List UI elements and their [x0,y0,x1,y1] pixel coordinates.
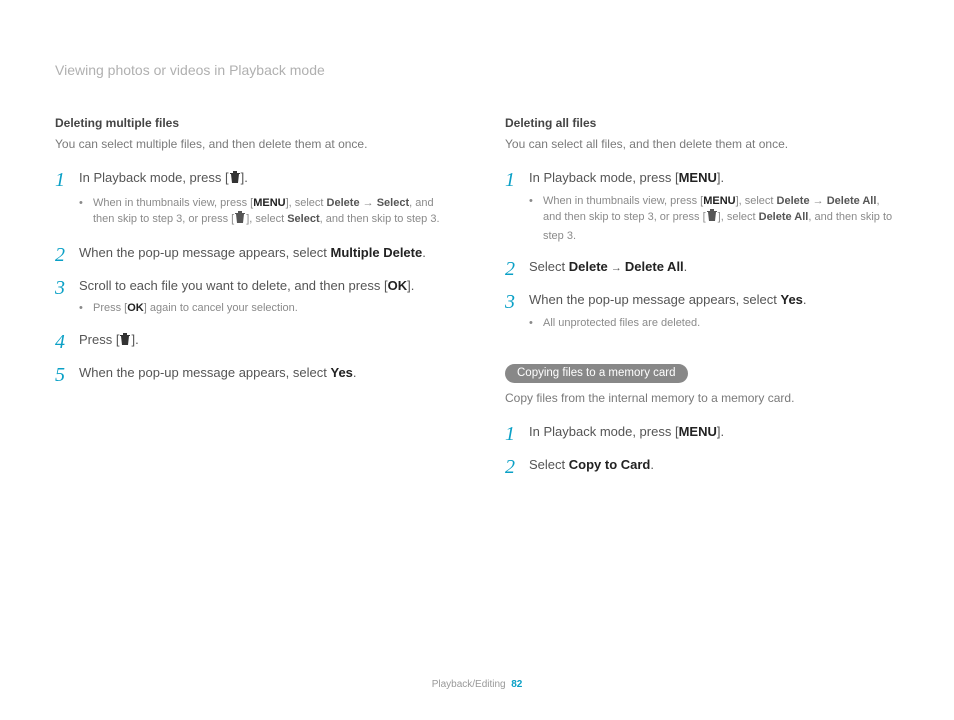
step-1: 1 In Playback mode, press [MENU]. • When… [505,169,899,246]
arrow: → [608,262,625,274]
step-text: In Playback mode, press [ [79,170,229,185]
step-number: 2 [505,456,529,477]
menu-icon: MENU [253,197,285,209]
page-header: Viewing photos or videos in Playback mod… [55,62,899,78]
section-intro: You can select multiple files, and then … [55,136,449,153]
step-text: Select [529,259,569,274]
step-3: 3 When the pop-up message appears, selec… [505,291,899,333]
ok-icon: OK [127,302,144,314]
bold-text: Delete All [827,195,877,207]
bold-text: Delete [777,195,810,207]
bold-text: Yes [780,292,802,307]
step-text: . [650,457,654,472]
step-number: 1 [505,423,529,444]
page-number: 82 [511,679,522,690]
step-text: In Playback mode, press [ [529,170,679,185]
arrow: → [360,197,377,209]
bold-text: Delete All [625,259,684,274]
sub-text: ], select [718,211,759,223]
step-4: 4 Press []. [55,331,449,352]
trash-icon [119,333,131,352]
sub-text: ], select [286,197,327,209]
step-number: 5 [55,364,79,385]
sub-text: ] again to cancel your selection. [144,302,298,314]
right-column: Deleting all files You can select all fi… [505,116,899,489]
content-columns: Deleting multiple files You can select m… [55,116,899,489]
step-2: 2 Select Delete → Delete All. [505,258,899,279]
step-number: 2 [505,258,529,279]
footer-section: Playback/Editing [432,679,506,690]
pill-copying-files: Copying files to a memory card [505,364,688,383]
step-text: When the pop-up message appears, select [79,365,330,380]
bold-text: Multiple Delete [330,245,422,260]
step-number: 3 [505,291,529,312]
left-column: Deleting multiple files You can select m… [55,116,449,489]
sub-text: ], select [246,213,287,225]
menu-icon: MENU [703,195,735,207]
step-text: ]. [717,170,724,185]
section-title-deleting-multiple: Deleting multiple files [55,116,449,130]
sub-text: ], select [736,195,777,207]
step-text: When the pop-up message appears, select [79,245,330,260]
bold-text: Select [287,213,319,225]
page-footer: Playback/Editing 82 [0,679,954,690]
step-text: . [353,365,357,380]
step-text: In Playback mode, press [ [529,424,679,439]
section-intro: Copy files from the internal memory to a… [505,390,899,407]
step-5: 5 When the pop-up message appears, selec… [55,364,449,385]
step-text: ]. [131,332,138,347]
sub-text: , and then skip to step 3. [320,213,440,225]
step-text: ]. [717,424,724,439]
sub-text: Press [ [93,302,127,314]
menu-icon: MENU [679,170,717,185]
step-text: . [422,245,426,260]
bold-text: Yes [330,365,352,380]
step-number: 1 [505,169,529,190]
menu-icon: MENU [679,424,717,439]
step-2: 2 When the pop-up message appears, selec… [55,244,449,265]
bold-text: Delete [569,259,608,274]
step-text-end: ]. [241,170,248,185]
step-text: When the pop-up message appears, select [529,292,780,307]
step-text: . [684,259,688,274]
step-number: 4 [55,331,79,352]
bold-text: Delete [327,197,360,209]
sub-text: All unprotected files are deleted. [543,315,899,332]
bold-text: Delete All [759,211,809,223]
section-title-deleting-all: Deleting all files [505,116,899,130]
sub-bullet: • When in thumbnails view, press [MENU],… [529,193,899,245]
step-3: 3 Scroll to each file you want to delete… [55,277,449,319]
step-text: Select [529,457,569,472]
sub-bullet: • Press [OK] again to cancel your select… [79,300,449,317]
arrow: → [810,195,827,207]
step-text: Scroll to each file you want to delete, … [79,278,388,293]
bold-text: Copy to Card [569,457,651,472]
sub-text: When in thumbnails view, press [ [93,197,253,209]
step-text: ]. [407,278,414,293]
step-text: . [803,292,807,307]
step-number: 2 [55,244,79,265]
trash-icon [234,211,246,230]
section-intro: You can select all files, and then delet… [505,136,899,153]
copy-step-1: 1 In Playback mode, press [MENU]. [505,423,899,444]
step-number: 1 [55,169,79,190]
sub-text: When in thumbnails view, press [ [543,195,703,207]
sub-bullet: • All unprotected files are deleted. [529,315,899,332]
bold-text: Select [377,197,409,209]
step-number: 3 [55,277,79,298]
step-1: 1 In Playback mode, press []. • When in … [55,169,449,232]
ok-icon: OK [388,278,408,293]
step-text: Press [ [79,332,119,347]
trash-icon [706,209,718,228]
sub-bullet: • When in thumbnails view, press [MENU],… [79,195,449,230]
copy-step-2: 2 Select Copy to Card. [505,456,899,477]
trash-icon [229,171,241,190]
